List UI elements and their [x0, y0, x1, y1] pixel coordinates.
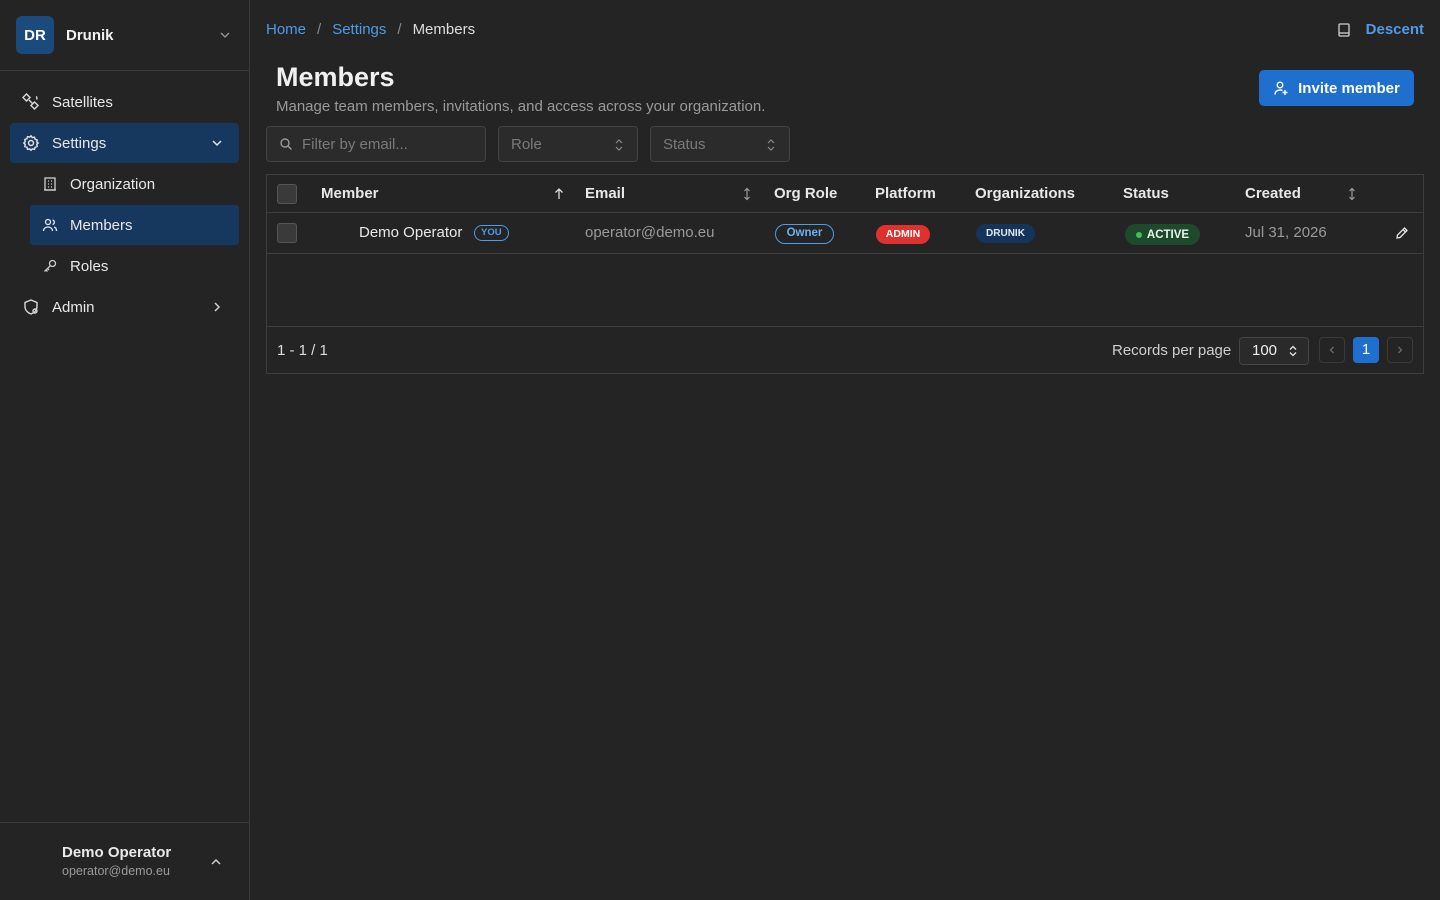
shield-icon — [22, 298, 40, 316]
sidebar-item-admin[interactable]: Admin — [10, 287, 239, 327]
sort-icon[interactable] — [741, 187, 753, 201]
user-menu[interactable]: Demo Operator operator@demo.eu — [0, 822, 249, 900]
prev-page-button[interactable] — [1319, 337, 1345, 363]
status-badge-label: ACTIVE — [1146, 228, 1190, 241]
next-page-button[interactable] — [1387, 337, 1413, 363]
column-member[interactable]: Member — [321, 185, 379, 202]
top-right-links: Descent — [1336, 21, 1424, 38]
select-all-checkbox[interactable] — [277, 184, 297, 204]
org-switcher[interactable]: DR Drunik — [0, 0, 249, 71]
chevron-right-icon — [214, 302, 221, 312]
email-filter-input[interactable] — [302, 135, 472, 153]
status-select[interactable]: Status — [650, 126, 790, 162]
breadcrumb-home[interactable]: Home — [266, 21, 306, 38]
sidebar-subitem-organization[interactable]: Organization — [30, 164, 239, 204]
breadcrumb-separator: / — [317, 21, 322, 38]
column-email[interactable]: Email — [585, 185, 625, 202]
sort-icon[interactable] — [1346, 187, 1358, 201]
column-org-role: Org Role — [774, 185, 838, 202]
chevron-updown-icon — [1289, 345, 1297, 357]
sidebar-item-satellites[interactable]: Satellites — [10, 82, 239, 122]
sidebar: DR Drunik Satellites Settings Organizati… — [0, 0, 250, 900]
descent-link[interactable]: Descent — [1366, 21, 1424, 38]
pagination-range: 1 - 1 / 1 — [277, 342, 328, 359]
chevron-left-icon — [1329, 346, 1334, 354]
user-plus-icon — [1273, 80, 1289, 96]
role-select-placeholder: Role — [511, 135, 542, 153]
breadcrumb-settings[interactable]: Settings — [332, 21, 386, 38]
chevron-right-icon — [1398, 346, 1403, 354]
page-subtitle: Manage team members, invitations, and ac… — [276, 98, 766, 115]
gear-icon — [22, 134, 40, 152]
edit-icon[interactable] — [1395, 226, 1409, 240]
chevron-updown-icon — [767, 139, 775, 151]
org-name: Drunik — [66, 26, 114, 44]
status-select-placeholder: Status — [663, 135, 706, 153]
table-header: Member Email Org Role Platform Organizat… — [267, 175, 1423, 213]
org-avatar: DR — [16, 16, 54, 54]
invite-member-label: Invite member — [1298, 79, 1400, 97]
chevron-up-icon — [211, 858, 221, 865]
status-dot — [1135, 231, 1142, 238]
sidebar-subitem-label: Roles — [70, 257, 109, 275]
column-created[interactable]: Created — [1245, 185, 1301, 202]
member-email: operator@demo.eu — [585, 224, 715, 241]
chevron-updown-icon — [615, 139, 623, 151]
org-role-badge: Owner — [775, 224, 834, 244]
building-icon — [42, 176, 58, 192]
sidebar-item-settings[interactable]: Settings — [10, 123, 239, 163]
page-title: Members — [276, 62, 395, 92]
search-icon — [279, 137, 293, 151]
satellite-icon — [22, 93, 40, 111]
members-table: Member Email Org Role Platform Organizat… — [266, 174, 1424, 374]
sidebar-subitem-roles[interactable]: Roles — [30, 246, 239, 286]
created-date: Jul 31, 2026 — [1245, 224, 1327, 241]
breadcrumb: Home / Settings / Members — [266, 21, 475, 38]
book-icon[interactable] — [1336, 22, 1352, 38]
chevron-down-icon — [212, 140, 222, 147]
page-button-current[interactable]: 1 — [1353, 337, 1379, 363]
sidebar-item-label: Admin — [52, 298, 95, 316]
email-filter[interactable] — [266, 126, 486, 162]
table-footer: 1 - 1 / 1 Records per page 100 1 — [267, 326, 1423, 373]
row-checkbox[interactable] — [277, 223, 297, 243]
breadcrumb-separator: / — [397, 21, 402, 38]
users-icon — [42, 217, 58, 233]
sidebar-subitem-label: Members — [70, 216, 133, 234]
column-platform: Platform — [875, 185, 936, 202]
sidebar-subitem-members[interactable]: Members — [30, 205, 239, 245]
table-row[interactable]: Demo Operator YOU operator@demo.eu Owner… — [267, 213, 1423, 254]
you-badge: YOU — [474, 225, 509, 241]
sort-asc-icon[interactable] — [553, 187, 565, 201]
sidebar-item-label: Satellites — [52, 93, 113, 111]
column-organizations: Organizations — [975, 185, 1076, 202]
breadcrumb-current: Members — [412, 21, 476, 38]
platform-badge: ADMIN — [876, 225, 930, 244]
member-name: Demo Operator — [359, 224, 463, 241]
status-badge: ACTIVE — [1125, 224, 1200, 245]
records-per-page-value: 100 — [1252, 342, 1278, 359]
records-per-page-select[interactable]: 100 — [1239, 337, 1309, 365]
key-icon — [42, 258, 58, 274]
role-select[interactable]: Role — [498, 126, 638, 162]
chevron-down-icon — [220, 32, 230, 38]
sidebar-nav: Satellites Settings Organization Members — [0, 71, 249, 327]
column-status: Status — [1123, 185, 1169, 202]
records-per-page-label: Records per page — [1112, 342, 1232, 359]
sidebar-item-label: Settings — [52, 134, 107, 152]
organization-badge: DRUNIK — [976, 224, 1035, 243]
sidebar-subitem-label: Organization — [70, 175, 156, 193]
invite-member-button[interactable]: Invite member — [1259, 70, 1414, 106]
